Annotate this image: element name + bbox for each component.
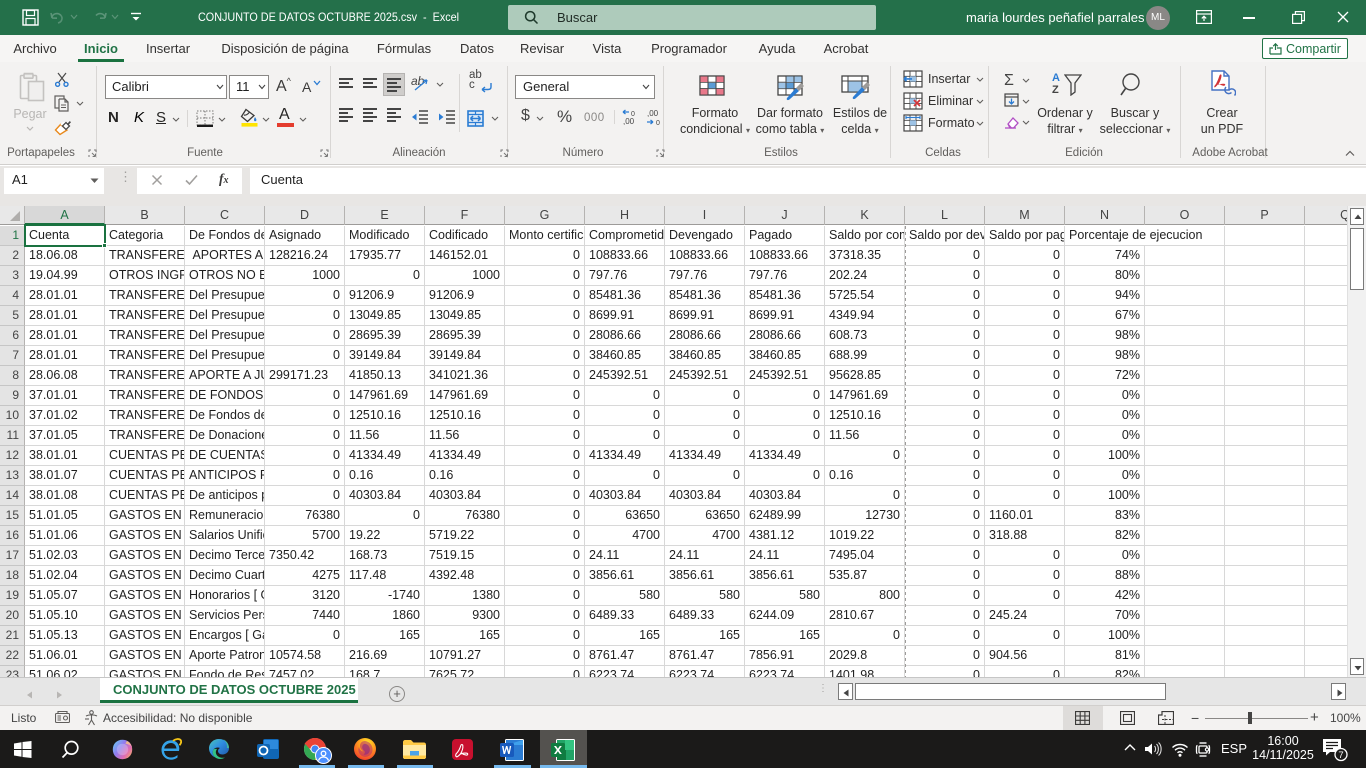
svg-text:7: 7 bbox=[1338, 750, 1343, 761]
svg-text:0: 0 bbox=[656, 120, 660, 126]
svg-text:,00: ,00 bbox=[647, 109, 659, 118]
svg-text:,00: ,00 bbox=[623, 117, 635, 126]
